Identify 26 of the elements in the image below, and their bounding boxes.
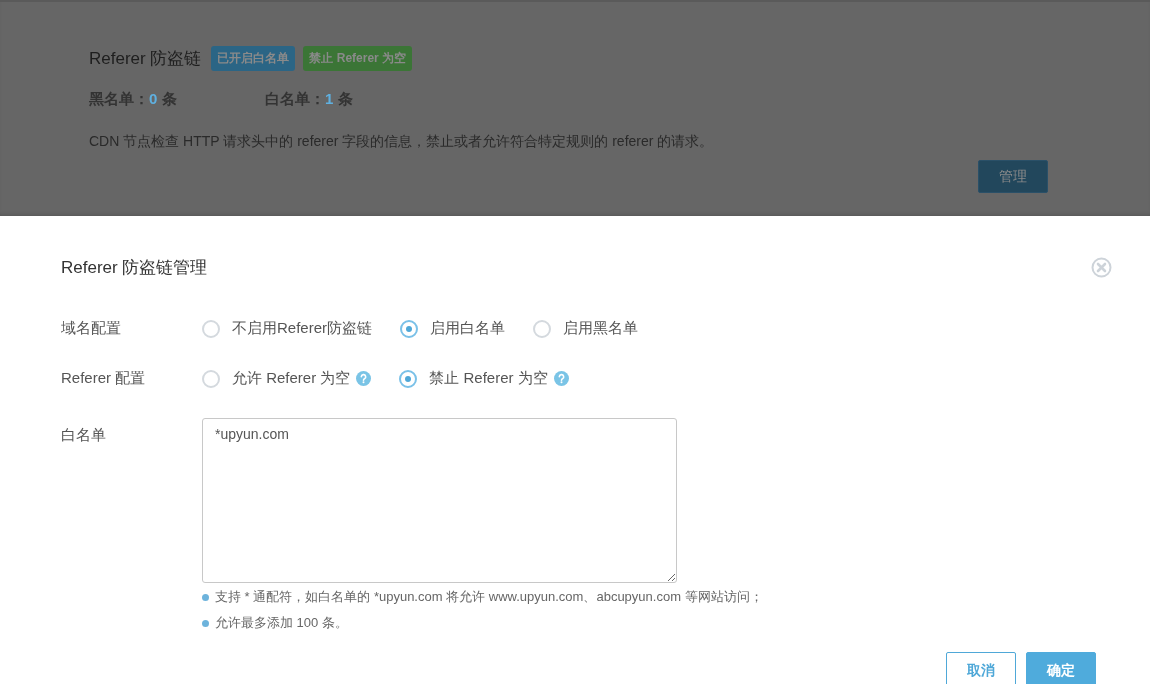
whitelist-field[interactable]: *upyun.com (202, 418, 677, 583)
radio-label[interactable]: 允许 Referer 为空 (232, 369, 351, 388)
status-badge: 禁止 Referer 为空 (303, 46, 413, 71)
hint-text: 允许最多添加 100 条。 (215, 614, 348, 632)
radio-label[interactable]: 禁止 Referer 为空 (429, 369, 548, 388)
radio-label[interactable]: 启用白名单 (430, 319, 506, 338)
bullet-icon (202, 619, 209, 627)
field-label: 白名单 (61, 425, 107, 445)
radio-button[interactable] (400, 319, 419, 338)
radio-button[interactable] (399, 369, 418, 388)
close-icon[interactable] (1091, 257, 1112, 278)
hint-text: 支持 * 通配符，如白名单的 *upyun.com 将允许 www.upyun.com、abcupyun.com 等网站访问； (215, 588, 763, 606)
radio-label[interactable]: 不启用Referer防盗链 (232, 319, 373, 338)
help-icon[interactable] (553, 371, 569, 386)
radio-button[interactable] (202, 319, 220, 338)
radio-button[interactable] (533, 319, 552, 338)
field-label: Referer 配置 (61, 369, 147, 388)
field-label: 域名配置 (61, 319, 122, 338)
dialog-title: Referer 防盗链管理 (61, 257, 208, 279)
radio-button[interactable] (202, 369, 220, 388)
panel-description: CDN 节点检查 HTTP 请求头中的 referer 字段的信息，禁止或者允许符合特定规则的 referer 的请求。 (89, 133, 715, 151)
status-badge: 已开启白名单 (211, 46, 296, 71)
help-icon[interactable] (356, 371, 372, 386)
radio-label[interactable]: 启用黑名单 (563, 319, 639, 338)
panel-title: Referer 防盗链 (89, 48, 202, 70)
bullet-icon (202, 593, 209, 601)
